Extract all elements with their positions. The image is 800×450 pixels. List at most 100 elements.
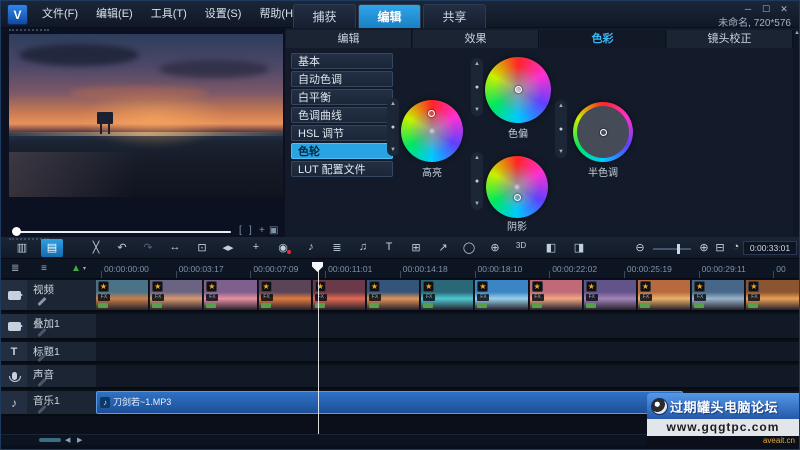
- video-clip-thumbnail[interactable]: ★FX: [150, 280, 203, 310]
- track-header-voice[interactable]: 声音 ∨: [1, 365, 96, 389]
- midtones-slider[interactable]: ▲ ● ▼: [555, 100, 567, 158]
- menu-file[interactable]: 文件(F): [33, 1, 87, 28]
- overlay-track-content[interactable]: [96, 314, 800, 340]
- slider-handle[interactable]: ●: [555, 126, 567, 133]
- colorcast-color-wheel[interactable]: [485, 57, 551, 123]
- color-option-color-wheel[interactable]: 色轮: [291, 143, 393, 159]
- highlights-color-wheel[interactable]: [401, 100, 463, 162]
- subtitle-editor-icon[interactable]: T: [378, 241, 400, 253]
- slider-up-icon[interactable]: ▲: [471, 155, 483, 161]
- timeline-zoom-slider[interactable]: [653, 248, 691, 250]
- tab-panel-color[interactable]: 色彩: [540, 30, 666, 48]
- redo-icon[interactable]: ↷: [137, 241, 159, 254]
- slider-down-icon[interactable]: ▼: [471, 107, 483, 113]
- color-option-tone-curve[interactable]: 色调曲线: [291, 107, 393, 123]
- scroll-left-icon[interactable]: ◀: [65, 436, 70, 444]
- chroma-dropdown-icon[interactable]: ▾: [83, 265, 86, 272]
- slider-handle[interactable]: ●: [387, 124, 399, 131]
- audio-adjust-icon[interactable]: ≣: [326, 241, 348, 254]
- mask-tracker-icon[interactable]: ⊕: [484, 241, 506, 254]
- video-clip-thumbnail[interactable]: ★FX: [475, 280, 528, 310]
- voice-track-content[interactable]: [96, 365, 800, 389]
- tab-edit[interactable]: 编辑: [358, 4, 421, 28]
- menu-settings[interactable]: 设置(S): [196, 1, 251, 28]
- scrollbar-thumb[interactable]: [39, 438, 61, 442]
- track-header-music1[interactable]: ♪ 音乐1 ∨: [1, 391, 96, 416]
- slider-up-icon[interactable]: ▲: [555, 103, 567, 109]
- slider-up-icon[interactable]: ▲: [471, 61, 483, 67]
- multi-trim-icon[interactable]: ╳: [85, 241, 107, 254]
- shadows-color-wheel[interactable]: [486, 156, 548, 218]
- tab-panel-edit[interactable]: 编辑: [286, 30, 412, 48]
- shadows-slider[interactable]: ▲ ● ▼: [471, 152, 483, 210]
- video-clip-thumbnail[interactable]: ★FX: [96, 280, 149, 310]
- video-clip-thumbnail[interactable]: ★FX: [204, 280, 257, 310]
- enlarge-preview-icon[interactable]: ⊡: [191, 241, 213, 254]
- tab-panel-effects[interactable]: 效果: [413, 30, 539, 48]
- scroll-up-icon[interactable]: ▲: [794, 30, 800, 36]
- playhead-line[interactable]: [318, 262, 319, 434]
- wheel-marker[interactable]: [428, 110, 435, 117]
- tab-capture[interactable]: 捕获: [293, 4, 356, 28]
- split-icon[interactable]: +: [259, 225, 265, 236]
- track-manager-icon[interactable]: ≣: [11, 263, 19, 274]
- edit-pencil-icon[interactable]: [37, 297, 46, 306]
- track-header-title1[interactable]: T 标题1: [1, 342, 96, 363]
- video-track-content[interactable]: ★FX★FX★FX★FX★FX★FX★FX★FX★FX★FX★FX★FX★FX: [96, 280, 800, 312]
- title-3d-icon[interactable]: 3D: [510, 241, 532, 250]
- highlights-slider[interactable]: ▲ ● ▼: [387, 98, 399, 156]
- audio-clip[interactable]: ♪ 刀剑若~1.MP3: [96, 391, 683, 414]
- sound-mixer-icon[interactable]: ♪: [300, 241, 322, 253]
- colorcast-slider[interactable]: ▲ ● ▼: [471, 58, 483, 116]
- motion-tracking-icon[interactable]: ↗: [432, 241, 454, 254]
- video-clip-thumbnail[interactable]: ★FX: [638, 280, 691, 310]
- slider-handle[interactable]: ●: [471, 84, 483, 91]
- track-header-video[interactable]: 视频 ∗: [1, 280, 96, 312]
- title-track-content[interactable]: [96, 342, 800, 363]
- zoom-out-icon[interactable]: ⊖: [629, 241, 651, 254]
- paint-creator-icon[interactable]: ◧: [540, 241, 562, 254]
- panel-scrollbar[interactable]: ▲: [793, 30, 800, 237]
- wheel-marker[interactable]: [514, 194, 521, 201]
- mask-creator-icon[interactable]: ◨: [568, 241, 590, 254]
- slider-up-icon[interactable]: ▲: [387, 101, 399, 107]
- track-header-overlay1[interactable]: 叠加1 ∗: [1, 314, 96, 340]
- video-clip-thumbnail[interactable]: ★FX: [367, 280, 420, 310]
- undo-icon[interactable]: ↶: [111, 241, 133, 254]
- scrubber-track[interactable]: [15, 231, 231, 233]
- mark-out-icon[interactable]: ]: [249, 225, 252, 236]
- color-option-white-balance[interactable]: 白平衡: [291, 89, 393, 105]
- scroll-right-icon[interactable]: ▶: [77, 436, 82, 444]
- split-clip-icon[interactable]: ◂▸: [217, 241, 239, 254]
- slider-down-icon[interactable]: ▼: [555, 149, 567, 155]
- auto-music-icon[interactable]: ♫: [352, 241, 374, 253]
- video-clip-thumbnail[interactable]: ★FX: [692, 280, 745, 310]
- color-option-hsl[interactable]: HSL 调节: [291, 125, 393, 141]
- slider-down-icon[interactable]: ▼: [387, 147, 399, 153]
- chroma-key-icon[interactable]: ▲: [71, 263, 81, 274]
- menu-tools[interactable]: 工具(T): [142, 1, 196, 28]
- speech-to-text-icon[interactable]: ◯: [458, 241, 480, 254]
- scrubber-handle[interactable]: [12, 227, 21, 236]
- tab-share[interactable]: 共享: [423, 4, 486, 28]
- grid-lines-icon[interactable]: ⊞: [405, 241, 427, 254]
- video-clip-thumbnail[interactable]: ★FX: [584, 280, 637, 310]
- slider-handle[interactable]: ●: [471, 178, 483, 185]
- tab-panel-lens-correction[interactable]: 镜头校正: [667, 30, 793, 48]
- fit-project-icon[interactable]: ↔: [164, 241, 186, 253]
- track-motion-icon[interactable]: +: [245, 241, 267, 253]
- slider-down-icon[interactable]: ▼: [471, 201, 483, 207]
- color-option-lut[interactable]: LUT 配置文件: [291, 161, 393, 177]
- enlarge-icon[interactable]: ▣: [269, 225, 278, 236]
- color-option-auto-tone[interactable]: 自动色调: [291, 71, 393, 87]
- record-capture-icon[interactable]: ◉: [272, 241, 294, 254]
- storyboard-view-icon[interactable]: ▥: [11, 241, 33, 254]
- color-option-basic[interactable]: 基本: [291, 53, 393, 69]
- video-clip-thumbnail[interactable]: ★FX: [421, 280, 474, 310]
- video-clip-thumbnail[interactable]: ★FX: [313, 280, 366, 310]
- timeline-view-icon[interactable]: ▤: [41, 239, 63, 257]
- video-clip-thumbnail[interactable]: ★FX: [746, 280, 799, 310]
- menu-edit[interactable]: 编辑(E): [87, 1, 142, 28]
- track-list-icon[interactable]: ≡: [41, 263, 47, 274]
- zoom-slider-handle[interactable]: [677, 244, 680, 254]
